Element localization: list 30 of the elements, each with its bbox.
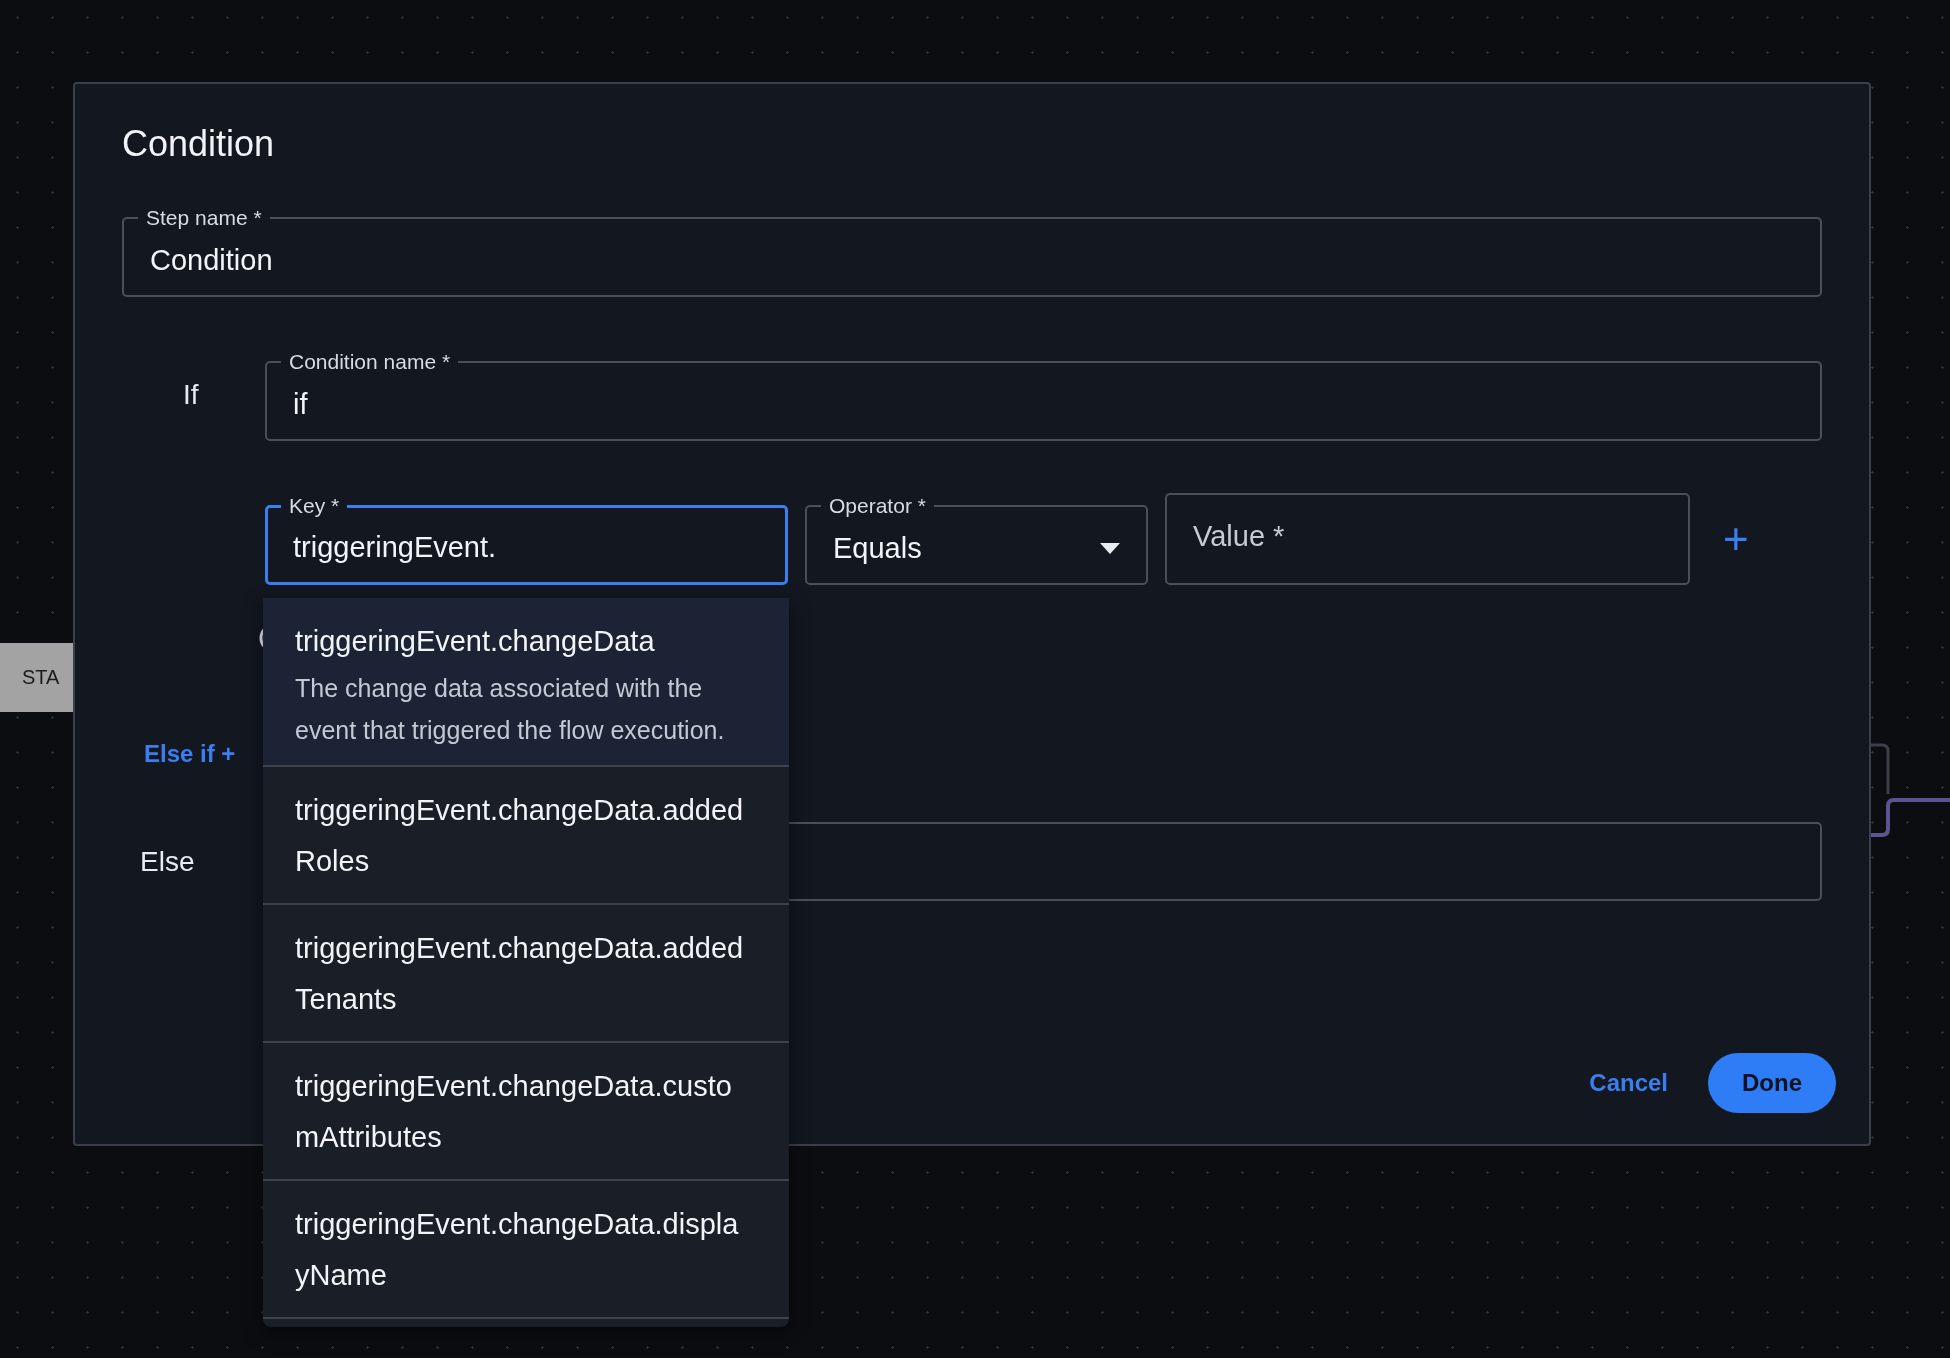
suggestion-label: triggeringEvent.changeData [295,624,656,659]
cancel-button[interactable]: Cancel [1589,1069,1668,1097]
suggestion-label: triggeringEvent.changeData.displayName [295,1207,740,1293]
suggestion-item[interactable]: triggeringEvent.changeData.displayName [263,1181,789,1319]
suggestion-label: triggeringEvent.changeData.customAttributes [295,1069,733,1155]
field-value: triggeringEvent. [293,531,497,565]
add-condition-button[interactable]: + [1723,517,1749,562]
field-value: Equals [833,531,922,565]
if-label: If [182,379,200,412]
done-button[interactable]: Done [1708,1053,1836,1113]
else-label: Else [139,845,196,878]
caret-icon [1100,542,1120,554]
else-if-button[interactable]: Else if + [144,740,236,769]
field-label: Condition name * [288,349,452,376]
suggestion-label: triggeringEvent.changeData.addedTenants [295,931,745,1017]
suggestion-item[interactable]: triggeringEvent.changeData The change data associated with the event that triggered the flow execution. [263,598,789,767]
field-value: Condition [150,243,273,277]
suggestion-item[interactable]: triggeringEvent.changeData.addedTenants [263,905,789,1043]
suggestion-item[interactable]: triggeringEvent.changeData.customAttributes [263,1043,789,1181]
field-value: if [293,387,308,421]
field-label: Step name * [145,205,263,232]
dialog-title: Condition [122,122,276,166]
value-field[interactable]: Value * [1165,493,1690,586]
suggestion-item[interactable]: triggeringEvent.changeData.addedRoles [263,767,789,905]
field-label: Operator * [828,493,927,520]
suggestion-label: triggeringEvent.changeData.addedRoles [295,793,745,879]
field-label: Key * [288,493,341,520]
field-placeholder: Value * [1193,519,1285,553]
flow-node[interactable]: STA [0,643,73,712]
suggestion-description: The change data associated with the event that triggered the flow execution. [295,673,726,746]
